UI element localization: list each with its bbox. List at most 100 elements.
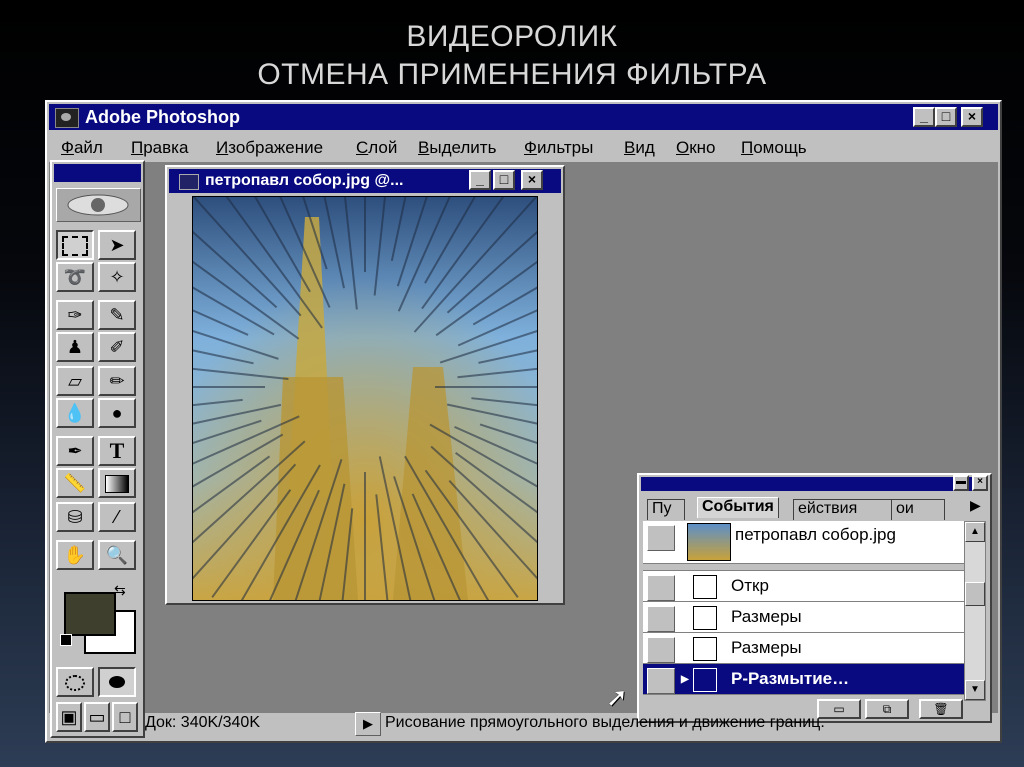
blur-icon: 💧	[63, 403, 87, 423]
history-step-label: Откр	[731, 576, 769, 595]
menu-layer[interactable]: Слой	[356, 138, 397, 158]
type-icon: T	[109, 438, 125, 463]
move-tool[interactable]: ➤	[98, 230, 136, 260]
magic-wand-icon: ✧	[109, 267, 125, 287]
lasso-icon: ➰	[63, 267, 87, 287]
document-canvas[interactable]	[192, 196, 538, 601]
history-brush-tool[interactable]: ✐	[98, 332, 136, 362]
app-title: Adobe Photoshop	[85, 107, 240, 127]
scroll-down-icon[interactable]: ▼	[965, 680, 985, 700]
screen-mode-1[interactable]: ▣	[56, 702, 82, 732]
close-button[interactable]: ×	[961, 107, 983, 127]
step-source-checkbox[interactable]	[647, 575, 675, 601]
rubber-stamp-icon: ♟	[66, 337, 84, 357]
menu-help[interactable]: Помощь	[741, 138, 807, 158]
toolbox-eye-logo	[56, 188, 141, 222]
default-colors-icon[interactable]	[60, 634, 72, 646]
mouse-cursor-icon: ➚	[606, 682, 628, 712]
snapshot-source-checkbox[interactable]	[647, 525, 675, 551]
palette-minimize-button[interactable]: ▬	[953, 475, 969, 491]
airbrush-tool[interactable]: ✑	[56, 300, 94, 330]
tab-layers[interactable]: ои	[891, 499, 945, 520]
pen-tool[interactable]: ✒	[56, 436, 94, 466]
menu-filter[interactable]: Фильтры	[524, 138, 593, 158]
paintbrush-tool[interactable]: ✎	[98, 300, 136, 330]
menu-select[interactable]: Выделить	[418, 138, 496, 158]
screen-mode-2[interactable]: ▭	[84, 702, 110, 732]
magic-wand-tool[interactable]: ✧	[98, 262, 136, 292]
step-source-checkbox[interactable]	[647, 637, 675, 663]
doc-minimize-button[interactable]: _	[469, 170, 491, 190]
history-brush-icon: ✐	[109, 337, 125, 357]
tab-actions[interactable]: ействия	[793, 499, 895, 520]
standard-mode-button[interactable]	[56, 667, 94, 697]
history-step-icon	[693, 668, 717, 692]
eyedropper-tool[interactable]: ⁄	[98, 502, 136, 532]
history-step-label: Р-Размытие…	[731, 669, 850, 688]
quick-mask-icon	[109, 676, 125, 688]
doc-close-button[interactable]: ×	[521, 170, 543, 190]
type-tool[interactable]: T	[98, 436, 136, 466]
eye-icon	[67, 194, 129, 216]
history-step-selected[interactable]: ▶ Р-Размытие…	[643, 664, 965, 695]
foreground-color-swatch[interactable]	[64, 592, 116, 636]
palette-close-button[interactable]: ×	[972, 475, 988, 491]
history-step-label: Размеры	[731, 607, 802, 626]
paint-bucket-tool[interactable]: ⛁	[56, 502, 94, 532]
scroll-thumb[interactable]	[965, 582, 985, 606]
blur-tool[interactable]: 💧	[56, 398, 94, 428]
maximize-button[interactable]: □	[935, 107, 957, 127]
hand-icon: ✋	[63, 545, 87, 565]
hand-tool[interactable]: ✋	[56, 540, 94, 570]
doc-maximize-button[interactable]: □	[493, 170, 515, 190]
zoom-tool[interactable]: 🔍	[98, 540, 136, 570]
menu-file[interactable]: Файл	[61, 138, 103, 158]
eraser-icon: ▱	[68, 371, 82, 391]
rubber-stamp-tool[interactable]: ♟	[56, 332, 94, 362]
burn-tool[interactable]: ●	[98, 398, 136, 428]
history-step[interactable]: Размеры	[643, 602, 965, 633]
history-state-slider-icon[interactable]: ▶	[681, 674, 689, 685]
eraser-tool[interactable]: ▱	[56, 366, 94, 396]
screen-mode-full-icon: □	[119, 707, 131, 727]
pencil-tool[interactable]: ✏	[98, 366, 136, 396]
history-scrollbar[interactable]: ▲ ▼	[964, 521, 986, 701]
status-message: Рисование прямоугольного выделения и дви…	[385, 714, 825, 731]
document-window: петропавл собор.jpg @... _ □ ×	[165, 165, 565, 605]
quick-mask-button[interactable]	[98, 667, 136, 697]
move-icon: ➤	[109, 235, 125, 255]
menu-edit[interactable]: Правка	[131, 138, 188, 158]
history-snapshot[interactable]: петропавл собор.jpg	[643, 521, 965, 564]
history-palette: ▬ × Пу События ействия ои ▶ петропавл со…	[637, 473, 992, 723]
swap-colors-icon[interactable]: ⇆	[114, 582, 126, 599]
radial-blur-photo	[193, 197, 537, 600]
step-source-checkbox[interactable]	[647, 606, 675, 632]
gradient-tool[interactable]	[98, 468, 136, 498]
screen-mode-3[interactable]: □	[112, 702, 138, 732]
menu-window[interactable]: Окно	[676, 138, 716, 158]
toolbox-titlebar	[54, 164, 141, 182]
lasso-tool[interactable]: ➰	[56, 262, 94, 292]
history-step[interactable]: Размеры	[643, 633, 965, 664]
document-size: Док: 340K/340K	[145, 714, 260, 731]
document-titlebar: петропавл собор.jpg @... _ □ ×	[169, 169, 561, 193]
palette-menu-arrow-icon[interactable]: ▶	[970, 497, 981, 514]
menu-image[interactable]: Изображение	[216, 138, 323, 158]
status-menu-arrow-icon[interactable]: ▶	[355, 712, 381, 736]
history-step-icon	[693, 606, 717, 630]
history-step[interactable]: Откр	[643, 571, 965, 602]
tab-paths[interactable]: Пу	[647, 499, 685, 520]
measure-icon: 📏	[63, 473, 87, 493]
history-titlebar: ▬ ×	[641, 475, 988, 491]
eyedropper-icon: ⁄	[115, 507, 119, 527]
tab-history[interactable]: События	[697, 497, 779, 518]
measure-tool[interactable]: 📏	[56, 468, 94, 498]
menu-view[interactable]: Вид	[624, 138, 655, 158]
scroll-up-icon[interactable]: ▲	[965, 522, 985, 542]
marquee-tool[interactable]	[56, 230, 94, 260]
paintbrush-icon: ✎	[109, 305, 125, 325]
step-source-checkbox[interactable]	[647, 668, 675, 694]
minimize-button[interactable]: _	[913, 107, 935, 127]
history-step-icon	[693, 575, 717, 599]
pencil-icon: ✏	[109, 371, 125, 391]
